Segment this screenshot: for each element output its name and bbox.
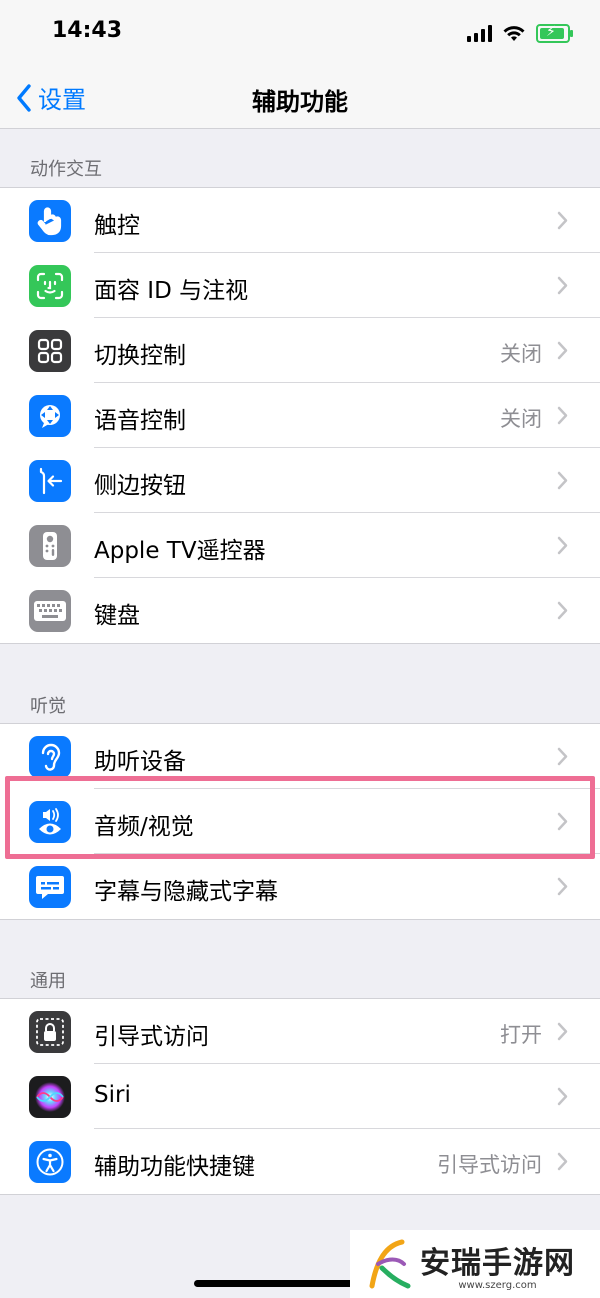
keyboard-icon: [29, 590, 71, 632]
row-label: Apple TV遥控器: [94, 538, 266, 564]
row-guided-access[interactable]: 引导式访问 打开: [0, 999, 600, 1064]
section-header-interaction: 动作交互: [30, 159, 102, 180]
settings-group-interaction: 触控 面容 ID 与注视 切换控制 关闭 语音控制 关闭 侧边按钮 Apple …: [0, 187, 600, 644]
touch-hand-icon: [29, 200, 71, 242]
row-subtitles-captions[interactable]: 字幕与隐藏式字幕: [0, 854, 600, 919]
settings-group-hearing: 助听设备 音频/视觉 字幕与隐藏式字幕: [0, 723, 600, 920]
status-bar: 14:43 ⚡: [0, 0, 600, 64]
watermark-url: www.szerg.com: [458, 1279, 537, 1291]
row-apple-tv-remote[interactable]: Apple TV遥控器: [0, 513, 600, 578]
row-face-id[interactable]: 面容 ID 与注视: [0, 253, 600, 318]
section-header-general: 通用: [30, 971, 66, 992]
status-time: 14:43: [52, 18, 123, 43]
chevron-right-icon: [557, 1152, 568, 1171]
chevron-right-icon: [557, 812, 568, 831]
chevron-right-icon: [557, 406, 568, 425]
tv-remote-icon: [29, 525, 71, 567]
row-label: 面容 ID 与注视: [94, 278, 249, 304]
row-label: 助听设备: [94, 749, 186, 775]
ear-icon: [29, 736, 71, 778]
row-voice-control[interactable]: 语音控制 关闭: [0, 383, 600, 448]
page-title: 辅助功能: [252, 88, 348, 116]
siri-icon: [29, 1076, 71, 1118]
row-label: 字幕与隐藏式字幕: [94, 879, 278, 905]
row-value: 关闭: [500, 407, 542, 431]
row-label: 触控: [94, 213, 140, 239]
chevron-right-icon: [557, 341, 568, 360]
accessibility-icon: [29, 1141, 71, 1183]
chevron-right-icon: [557, 601, 568, 620]
watermark-name: 安瑞手游网: [420, 1245, 575, 1281]
row-keyboard[interactable]: 键盘: [0, 578, 600, 643]
guided-access-lock-icon: [29, 1011, 71, 1053]
switch-control-grid-icon: [29, 330, 71, 372]
row-audio-visual[interactable]: 音频/视觉: [0, 789, 600, 854]
chevron-right-icon: [557, 536, 568, 555]
cellular-signal-icon: [467, 24, 492, 42]
wifi-icon: [503, 26, 525, 41]
row-side-button[interactable]: 侧边按钮: [0, 448, 600, 513]
watermark-logo-icon: [369, 1239, 411, 1289]
watermark: 安瑞手游网 www.szerg.com: [350, 1230, 600, 1298]
row-siri[interactable]: Siri: [0, 1064, 600, 1129]
row-label: Siri: [94, 1082, 131, 1108]
chevron-right-icon: [557, 1022, 568, 1041]
face-id-icon: [29, 265, 71, 307]
row-hearing-devices[interactable]: 助听设备: [0, 724, 600, 789]
side-button-icon: [29, 460, 71, 502]
row-value: 打开: [500, 1023, 542, 1047]
chevron-right-icon: [557, 211, 568, 230]
row-accessibility-shortcut[interactable]: 辅助功能快捷键 引导式访问: [0, 1129, 600, 1194]
chevron-right-icon: [557, 877, 568, 896]
section-header-hearing: 听觉: [30, 696, 66, 717]
row-switch-control[interactable]: 切换控制 关闭: [0, 318, 600, 383]
row-label: 音频/视觉: [94, 814, 194, 840]
row-value: 关闭: [500, 342, 542, 366]
row-label: 切换控制: [94, 343, 186, 369]
battery-charging-icon: ⚡: [536, 23, 573, 43]
navigation-bar: 设置 辅助功能: [0, 64, 600, 129]
audio-visual-icon: [29, 801, 71, 843]
row-touch[interactable]: 触控: [0, 188, 600, 253]
row-label: 键盘: [94, 603, 140, 629]
chevron-right-icon: [557, 471, 568, 490]
chevron-right-icon: [557, 747, 568, 766]
row-label: 语音控制: [94, 408, 186, 434]
status-icons: ⚡: [467, 22, 573, 44]
row-label: 引导式访问: [94, 1024, 209, 1050]
settings-group-general: 引导式访问 打开 Siri 辅助功能快捷键 引导式访问: [0, 998, 600, 1195]
row-label: 辅助功能快捷键: [94, 1154, 255, 1180]
row-value: 引导式访问: [437, 1153, 542, 1177]
chevron-right-icon: [557, 1087, 568, 1106]
subtitles-icon: [29, 866, 71, 908]
row-label: 侧边按钮: [94, 473, 186, 499]
chevron-right-icon: [557, 276, 568, 295]
voice-control-icon: [29, 395, 71, 437]
